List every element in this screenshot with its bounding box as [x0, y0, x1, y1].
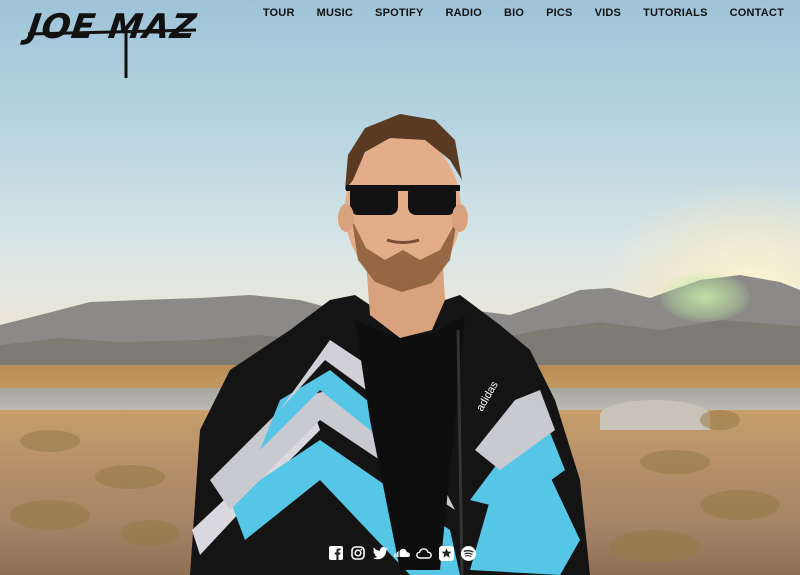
nav-item-tour[interactable]: TOUR	[252, 8, 306, 19]
desert-brush	[640, 450, 710, 474]
nav-item-tutorials[interactable]: TUTORIALS	[632, 8, 719, 19]
nav-item-vids[interactable]: VIDS	[584, 8, 632, 19]
social-links	[328, 545, 476, 561]
desert-brush	[10, 500, 90, 530]
desert-brush	[20, 430, 80, 452]
nav-item-bio[interactable]: BIO	[493, 8, 535, 19]
desert-brush	[700, 410, 740, 430]
gravel-pile	[600, 400, 710, 430]
instagram-icon[interactable]	[350, 545, 366, 561]
lens-flare	[660, 272, 750, 322]
desert-brush	[95, 465, 165, 489]
cloud-icon[interactable]	[416, 545, 432, 561]
hero-background-photo: adidas	[0, 0, 800, 575]
soundcloud-icon[interactable]	[394, 545, 410, 561]
desert-brush	[700, 490, 780, 520]
nav-item-contact[interactable]: CONTACT	[719, 8, 784, 19]
facebook-icon[interactable]	[328, 545, 344, 561]
artist-portrait: adidas	[190, 114, 590, 575]
nav-item-spotify[interactable]: SPOTIFY	[364, 8, 434, 19]
nav-item-music[interactable]: MUSIC	[306, 8, 364, 19]
twitter-icon[interactable]	[372, 545, 388, 561]
nav-item-radio[interactable]: RADIO	[435, 8, 493, 19]
site-logo[interactable]: JOE MAZ	[25, 7, 199, 47]
main-navigation: TOUR MUSIC SPOTIFY RADIO BIO PICS VIDS T…	[252, 8, 784, 19]
star-icon[interactable]	[438, 545, 454, 561]
desert-brush	[610, 530, 700, 562]
nav-item-pics[interactable]: PICS	[535, 8, 583, 19]
spotify-icon[interactable]	[460, 545, 476, 561]
